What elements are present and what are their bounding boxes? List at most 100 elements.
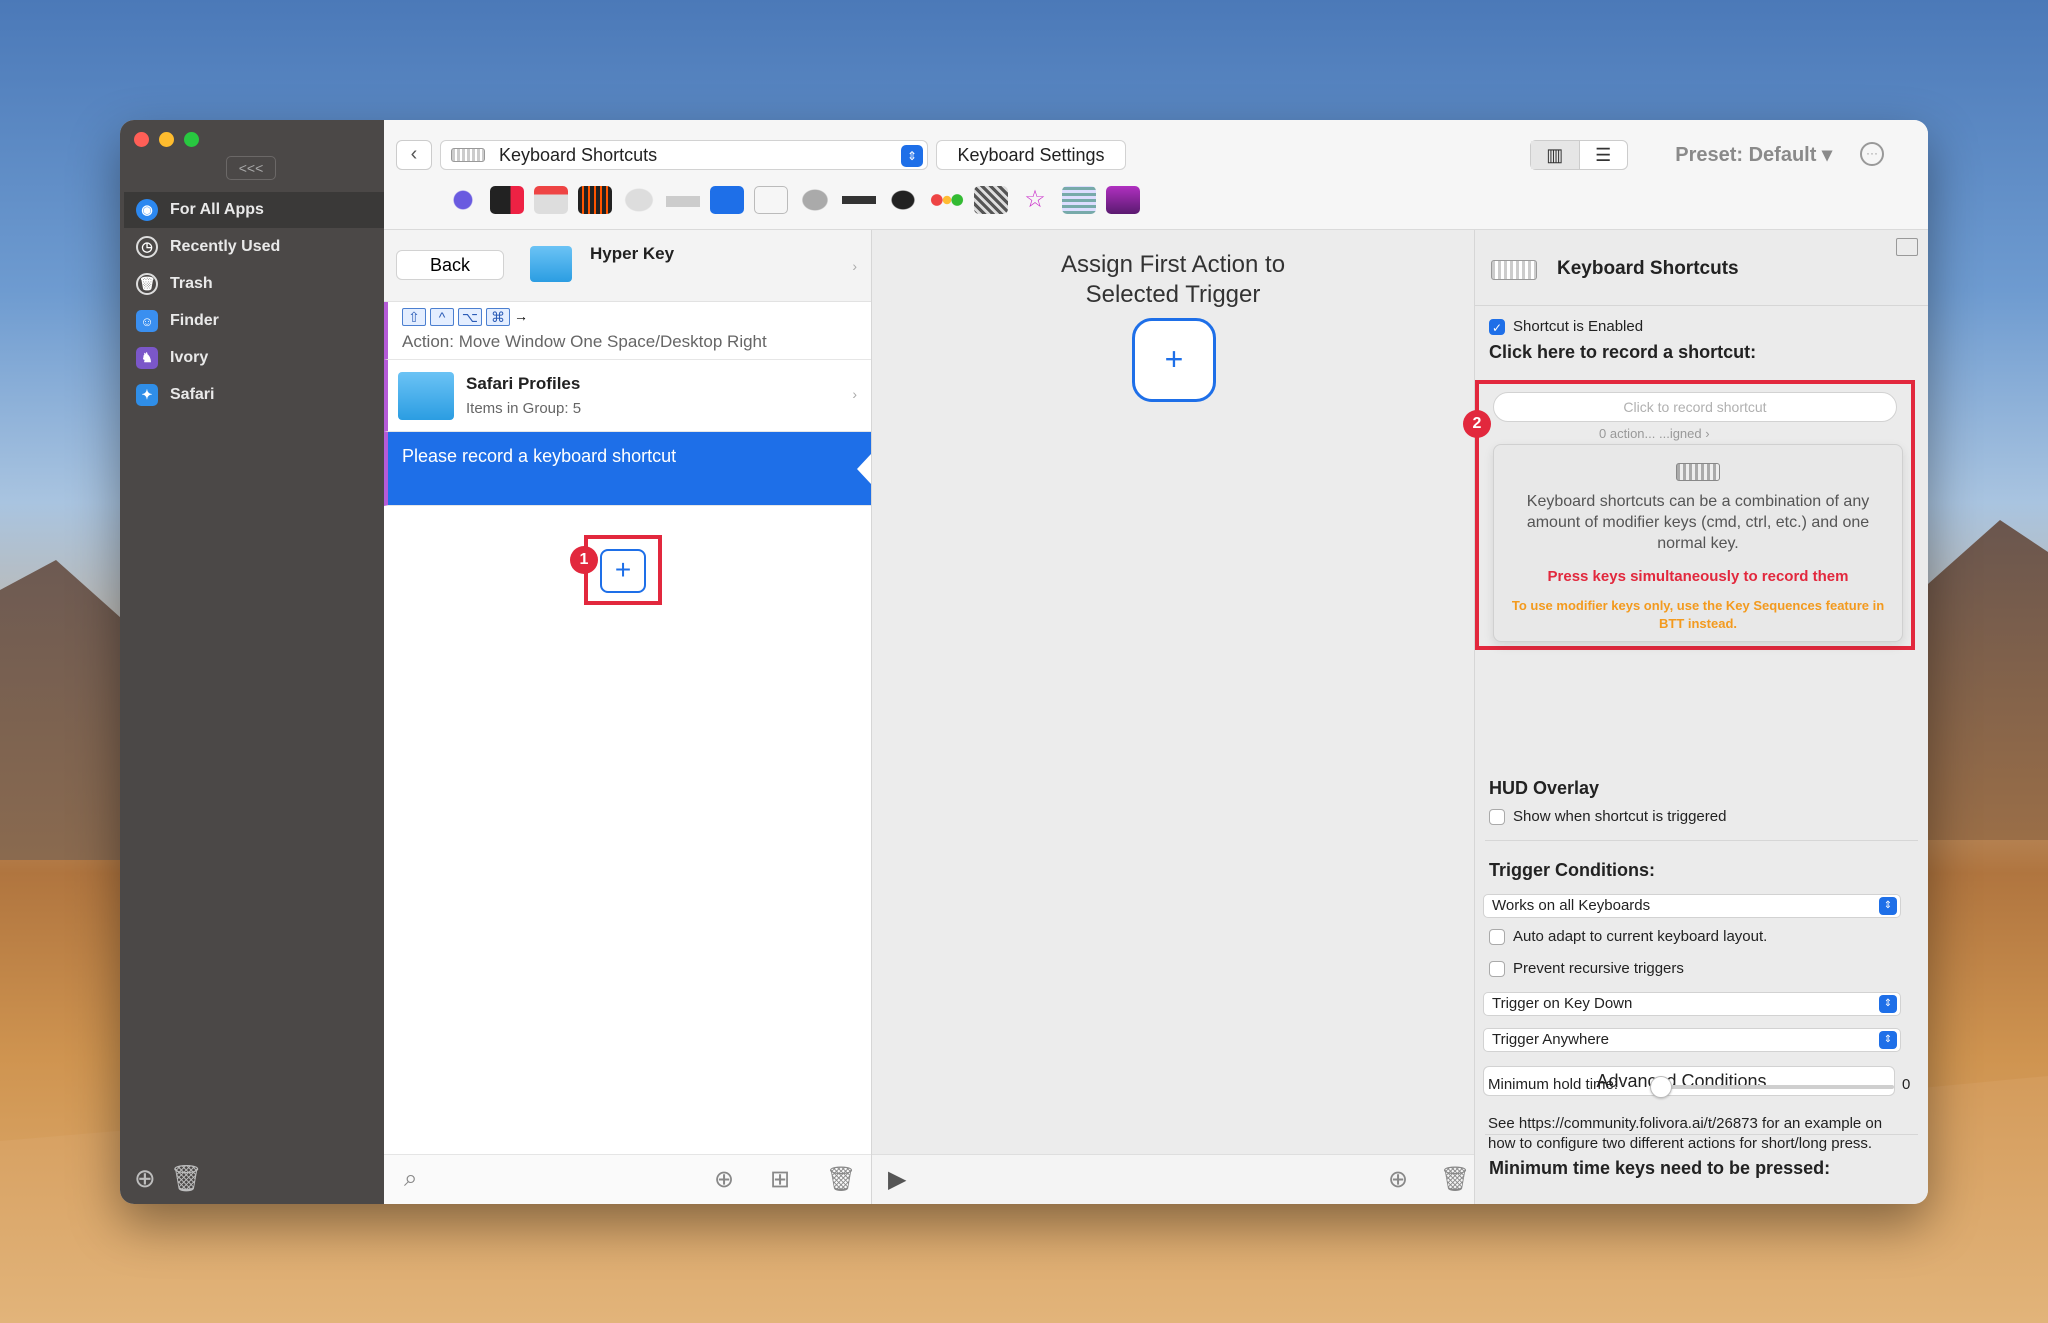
- drawings-icon[interactable]: [886, 186, 920, 214]
- add-trigger-button[interactable]: +: [600, 549, 646, 593]
- desktop-mountain-left: [0, 560, 140, 860]
- zoom-window-button[interactable]: [184, 132, 199, 147]
- min-hold-slider-thumb[interactable]: [1650, 1076, 1672, 1098]
- remote-icon[interactable]: [842, 186, 876, 214]
- midi-icon[interactable]: [974, 186, 1008, 214]
- automations-icon[interactable]: ☆: [1018, 186, 1052, 214]
- min-hold-value: 0: [1902, 1076, 1911, 1093]
- folder-icon: [398, 372, 454, 420]
- trigger-anywhere-select-value: Trigger Anywhere: [1492, 1031, 1609, 1048]
- clock-icon: ◷: [136, 236, 158, 258]
- trigger-row-hyper-shortcut[interactable]: ⇧ ^ ⌥ ⌘ → Action: Move Window One Space/…: [384, 302, 871, 360]
- popover-hint: To use modifier keys only, use the Key S…: [1511, 598, 1885, 631]
- prevent-recursive-row[interactable]: Prevent recursive triggers: [1489, 960, 1684, 977]
- config-header: Keyboard Shortcuts: [1475, 230, 1928, 306]
- list-footer: ⌕ ⊕ ⊞ 🗑: [384, 1154, 871, 1204]
- sidebar-item-trash[interactable]: 🗑 Trash: [124, 266, 384, 302]
- record-shortcut-field[interactable]: Click to record shortcut: [1493, 392, 1897, 422]
- keyboards-select[interactable]: Works on all Keyboards ⇕: [1483, 894, 1901, 918]
- sidebar: <<< ◉ For All Apps ◷ Recently Used 🗑 Tra…: [120, 120, 384, 1204]
- navigate-back-button[interactable]: ‹: [396, 140, 432, 170]
- keyboards-select-value: Works on all Keyboards: [1492, 897, 1651, 914]
- group-name: Safari Profiles: [466, 374, 581, 393]
- keyboard-icon: [1676, 463, 1720, 481]
- finder-icon: ☺: [136, 310, 158, 332]
- column-view-icon[interactable]: ▥: [1531, 141, 1580, 169]
- add-action-icon[interactable]: ⊕: [1388, 1165, 1408, 1194]
- trigger-list-pane: Back Hyper Key › ⇧ ^ ⌥ ⌘ → Action: Move …: [384, 230, 872, 1204]
- preset-label: Preset: Default: [1675, 144, 1817, 166]
- record-help-popover: Keyboard shortcuts can be a combination …: [1493, 444, 1903, 642]
- assign-action-title: Assign First Action to Selected Trigger: [872, 250, 1474, 310]
- list-view-icon[interactable]: ☰: [1580, 141, 1628, 169]
- collapse-sidebar-button[interactable]: <<<: [226, 156, 276, 180]
- sidebar-item-ivory[interactable]: ♞ Ivory: [124, 340, 384, 376]
- preset-selector[interactable]: Preset: Default ▾: [1675, 140, 1832, 170]
- auto-adapt-row[interactable]: Auto adapt to current keyboard layout.: [1489, 928, 1767, 945]
- add-trigger-icon[interactable]: ⊕: [714, 1165, 734, 1194]
- sidebar-item-finder[interactable]: ☺ Finder: [124, 303, 384, 339]
- auto-adapt-checkbox[interactable]: [1489, 928, 1505, 945]
- chevron-updown-icon: ⇕: [901, 145, 923, 167]
- hud-show-checkbox[interactable]: [1489, 808, 1505, 825]
- delete-trigger-icon[interactable]: 🗑: [826, 1165, 856, 1194]
- ivory-icon: ♞: [136, 347, 158, 369]
- selection-notch: [857, 454, 871, 484]
- delete-app-icon[interactable]: 🗑: [170, 1163, 203, 1194]
- menubar-icon[interactable]: [534, 186, 568, 214]
- prevent-recursive-checkbox[interactable]: [1489, 960, 1505, 977]
- close-window-button[interactable]: [134, 132, 149, 147]
- shortcut-enabled-label: Shortcut is Enabled: [1513, 318, 1644, 335]
- app-list: ◉ For All Apps ◷ Recently Used 🗑 Trash ☺…: [124, 192, 384, 414]
- trigger-row-safari-profiles[interactable]: Safari Profiles Items in Group: 5 ›: [384, 360, 871, 432]
- detach-window-icon[interactable]: [1896, 238, 1918, 256]
- highlight-box-1: +: [584, 535, 662, 605]
- sidebar-item-recently-used[interactable]: ◷ Recently Used: [124, 229, 384, 265]
- trigger-type-select[interactable]: Keyboard Shortcuts ⇕: [440, 140, 928, 170]
- trackpad-icon[interactable]: [666, 186, 700, 214]
- normal-mouse-icon[interactable]: [798, 186, 832, 214]
- folder-icon: [530, 246, 572, 282]
- hud-show-row[interactable]: Show when shortcut is triggered: [1489, 808, 1726, 825]
- sidebar-item-label: Recently Used: [170, 238, 281, 255]
- trigger-row-selected[interactable]: Please record a keyboard shortcut: [384, 432, 871, 506]
- add-action-button[interactable]: +: [1132, 318, 1216, 402]
- search-icon[interactable]: ⌕: [404, 1165, 417, 1193]
- play-icon[interactable]: ▶: [888, 1165, 906, 1194]
- chevron-updown-icon: ⇕: [1879, 897, 1897, 915]
- auto-adapt-label: Auto adapt to current keyboard layout.: [1513, 928, 1768, 945]
- minimize-window-button[interactable]: [159, 132, 174, 147]
- option-key-icon: ⌥: [458, 308, 482, 326]
- top-toolbar: ‹ Keyboard Shortcuts ⇕ Keyboard Settings…: [384, 120, 1928, 230]
- traffic-lights: [134, 132, 199, 147]
- min-hold-slider-track[interactable]: [1662, 1085, 1894, 1089]
- shortcut-enabled-checkbox[interactable]: ✓: [1489, 318, 1505, 335]
- trigger-anywhere-select[interactable]: Trigger Anywhere ⇕: [1483, 1028, 1901, 1052]
- keyboard-settings-button[interactable]: Keyboard Settings: [936, 140, 1126, 170]
- shortcut-enabled-row[interactable]: ✓ Shortcut is Enabled: [1489, 318, 1643, 335]
- delete-action-icon[interactable]: 🗑: [1440, 1165, 1470, 1194]
- touchbar-icon[interactable]: [490, 186, 524, 214]
- config-title: Keyboard Shortcuts: [1557, 258, 1739, 279]
- key-down-select[interactable]: Trigger on Key Down ⇕: [1483, 992, 1901, 1016]
- desktop-mountain-right: [1928, 520, 2048, 840]
- notch-bar-icon[interactable]: [1106, 186, 1140, 214]
- arrow-right-key-icon: →: [514, 308, 528, 324]
- sidebar-item-safari[interactable]: ✦ Safari: [124, 377, 384, 413]
- action-pane: Assign First Action to Selected Trigger …: [872, 230, 1474, 1204]
- keyboard-category-icon[interactable]: [710, 186, 744, 214]
- record-heading: Click here to record a shortcut:: [1489, 342, 1757, 362]
- floating-menus-icon[interactable]: [1062, 186, 1096, 214]
- step-badge-2: 2: [1463, 410, 1491, 438]
- streamdeck-icon[interactable]: [578, 186, 612, 214]
- new-folder-icon[interactable]: ⊞: [770, 1165, 790, 1194]
- add-app-icon[interactable]: ⊕: [134, 1163, 156, 1194]
- sidebar-item-label: For All Apps: [170, 201, 264, 218]
- sidebar-item-for-all-apps[interactable]: ◉ For All Apps: [124, 192, 384, 228]
- siri-icon[interactable]: [446, 186, 480, 214]
- back-button[interactable]: Back: [396, 250, 504, 280]
- key-sequence-icon[interactable]: [754, 186, 788, 214]
- window-buttons-icon[interactable]: [930, 186, 964, 214]
- magic-mouse-icon[interactable]: [622, 186, 656, 214]
- more-options-icon[interactable]: ···: [1860, 142, 1884, 166]
